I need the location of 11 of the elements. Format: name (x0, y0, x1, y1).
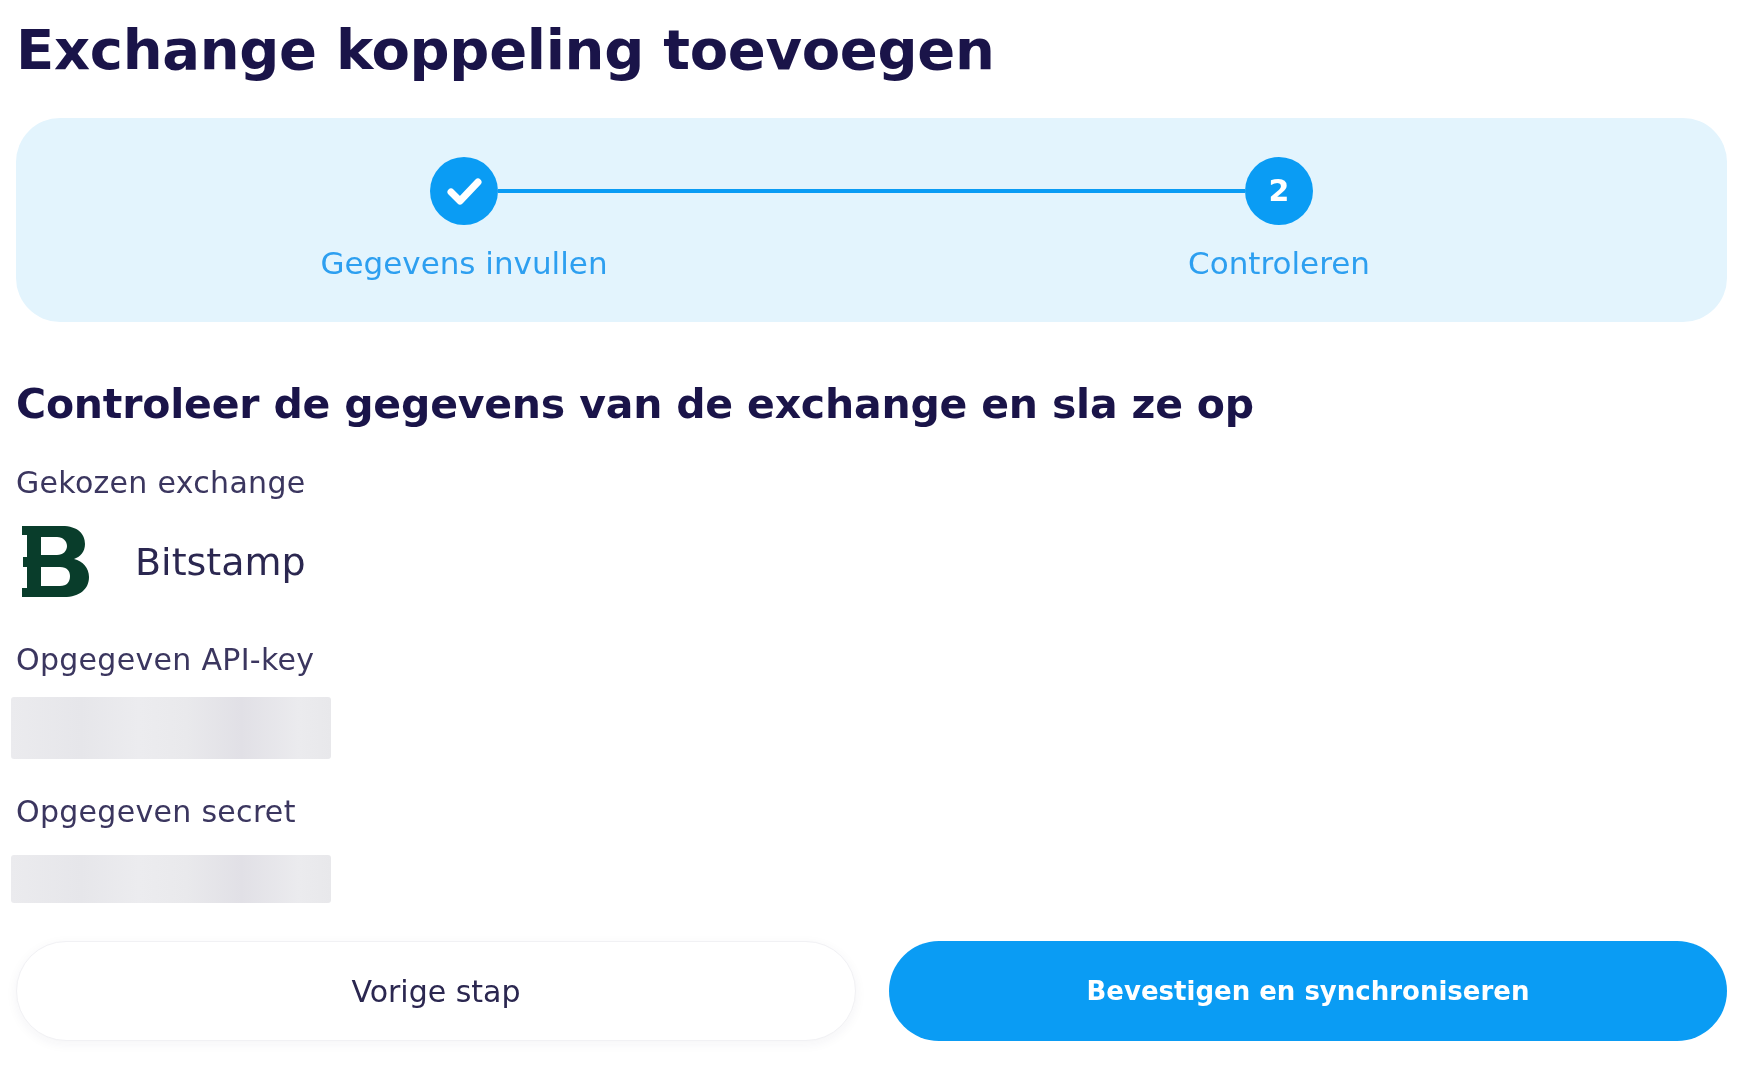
field-label: Gekozen exchange (16, 466, 306, 500)
exchange-name: Bitstamp (135, 539, 306, 584)
step-label: Gegevens invullen (320, 244, 608, 282)
exchange-logo-icon (22, 526, 89, 597)
step-label: Controleren (1188, 244, 1370, 282)
page-title: Exchange koppeling toevoegen (16, 16, 995, 84)
back-button[interactable]: Vorige stap (16, 941, 856, 1041)
field-label: Opgegeven API-key (16, 643, 315, 677)
step-number: 2 (1245, 157, 1313, 225)
field-label: Opgegeven secret (16, 795, 296, 829)
section-heading: Controleer de gegevens van de exchange en sla ze op (16, 379, 1254, 429)
